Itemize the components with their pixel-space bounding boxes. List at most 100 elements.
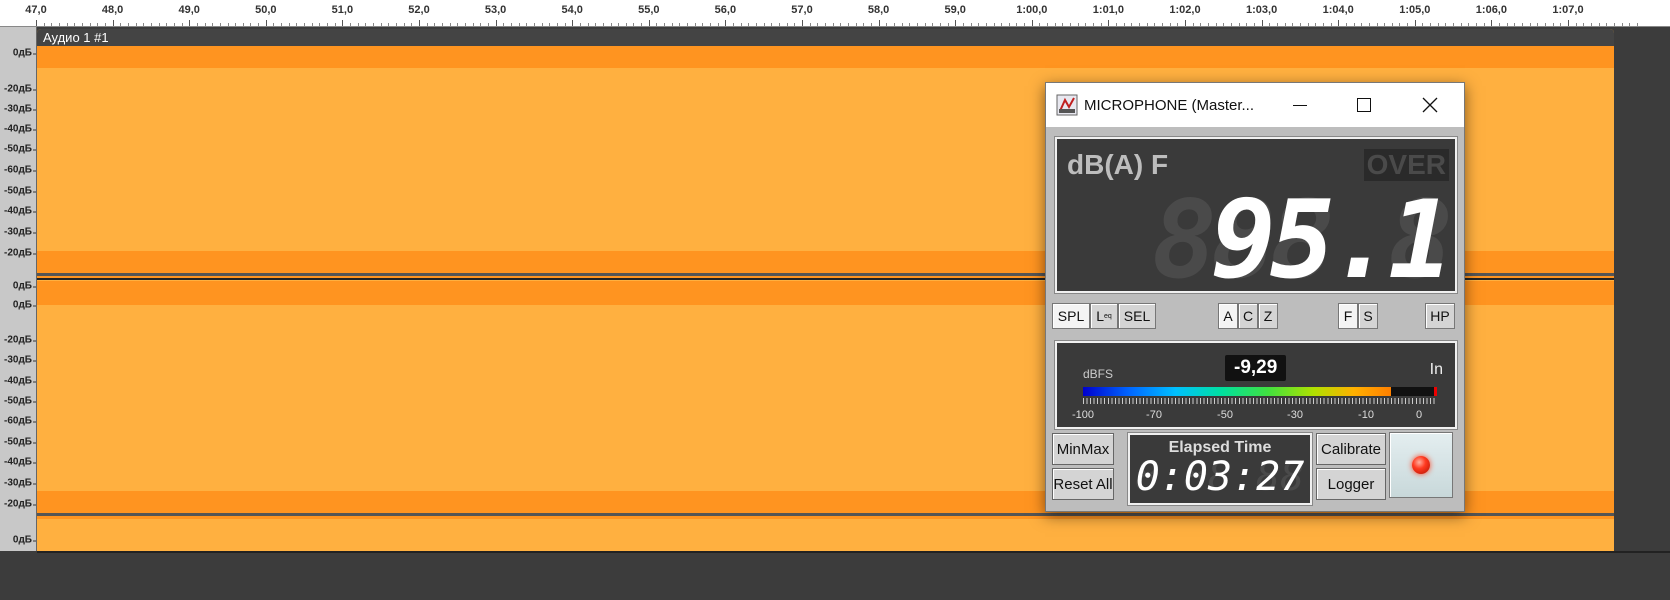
ruler-minor-tick (1039, 23, 1041, 26)
ruler-minor-tick (832, 23, 834, 26)
slow-button[interactable]: S (1358, 303, 1378, 329)
ruler-minor-tick (932, 23, 934, 26)
ruler-minor-tick (426, 23, 428, 26)
level-meter-fill (1083, 387, 1391, 396)
ruler-minor-tick (1215, 23, 1217, 26)
db-scale-label: -20дБ (4, 83, 36, 95)
ruler-minor-tick (733, 23, 735, 26)
ruler-minor-tick (901, 23, 903, 26)
ruler-tick-mark (36, 20, 37, 26)
ruler-tick-mark (189, 20, 191, 26)
ruler-minor-tick (1468, 23, 1470, 26)
weighting-c-button[interactable]: C (1238, 303, 1258, 329)
ruler-minor-tick (250, 23, 252, 26)
ruler-minor-tick (656, 23, 658, 26)
window-titlebar[interactable]: MICROPHONE (Master... (1046, 83, 1464, 127)
ruler-tick-mark (955, 20, 957, 26)
db-scale-label: -50дБ (4, 143, 36, 155)
ruler-minor-tick (771, 23, 773, 26)
minimize-button[interactable] (1268, 83, 1332, 127)
weighting-a-button[interactable]: A (1218, 303, 1238, 329)
over-indicator: OVER (1363, 149, 1449, 181)
app-icon (1056, 94, 1078, 116)
ruler-minor-tick (1169, 23, 1171, 26)
ruler-minor-tick (1116, 23, 1118, 26)
elapsed-time-value: 0:03:27 (1135, 454, 1305, 500)
ruler-tick-mark (1108, 20, 1110, 26)
ruler-minor-tick (1552, 23, 1554, 26)
fast-button[interactable]: F (1338, 303, 1358, 329)
ruler-tick-label: 47,0 (25, 4, 47, 16)
ruler-minor-tick (1054, 23, 1056, 26)
ruler-minor-tick (610, 23, 612, 26)
ruler-minor-tick (403, 23, 405, 26)
ruler-tick-label: 51,0 (331, 4, 354, 16)
ruler-tick-mark (1261, 20, 1263, 26)
ruler-minor-tick (1177, 23, 1179, 26)
ruler-minor-tick (1146, 23, 1148, 26)
ruler-minor-tick (441, 23, 443, 26)
ruler-minor-tick (51, 23, 53, 26)
ruler-minor-tick (1131, 23, 1133, 26)
ruler-tick-label: 1:00,0 (1016, 4, 1048, 16)
ruler-minor-tick (687, 23, 689, 26)
ruler-minor-tick (1330, 23, 1332, 26)
weighting-z-button[interactable]: Z (1258, 303, 1278, 329)
sel-button[interactable]: SEL (1118, 303, 1156, 329)
track-title[interactable]: Аудио 1 #1 (37, 29, 1614, 46)
dbfs-level-display: dBFS -9,29 In -100 -70 -50 -30 -10 0 (1054, 340, 1458, 430)
ruler-minor-tick (817, 23, 819, 26)
level-meter-ticks (1083, 398, 1437, 404)
maximize-button[interactable] (1332, 83, 1396, 127)
ruler-minor-tick (1545, 23, 1547, 26)
close-button[interactable] (1398, 83, 1462, 127)
db-scale-label: -30дБ (4, 226, 36, 238)
hp-button[interactable]: HP (1425, 303, 1455, 329)
ruler-minor-tick (1200, 23, 1202, 26)
ruler-minor-tick (388, 23, 390, 26)
ruler-minor-tick (296, 23, 298, 26)
ruler-minor-tick (1529, 23, 1531, 26)
ruler-minor-tick (1399, 23, 1401, 26)
ruler-minor-tick (1598, 23, 1600, 26)
spl-button[interactable]: SPL (1052, 303, 1090, 329)
ruler-minor-tick (1476, 23, 1478, 26)
ruler-minor-tick (1123, 23, 1125, 26)
ruler-minor-tick (533, 23, 535, 26)
timeline-ruler[interactable]: 47,0 48,0 49,0 50,0 51,0 52,0 53,0 54,0 55,0 56,0… (0, 0, 1670, 27)
ruler-minor-tick (717, 23, 719, 26)
ruler-tick-mark (572, 20, 574, 26)
ruler-minor-tick (909, 23, 911, 26)
calibrate-button[interactable]: Calibrate (1316, 433, 1386, 465)
record-button[interactable] (1389, 432, 1453, 498)
ruler-minor-tick (311, 23, 313, 26)
reset-all-button[interactable]: Reset All (1052, 468, 1114, 500)
ruler-tick-mark (802, 20, 803, 26)
ruler-minor-tick (1093, 23, 1095, 26)
ruler-minor-tick (334, 23, 336, 26)
db-scale-label: -30дБ (4, 103, 36, 115)
ruler-tick-mark (419, 20, 420, 26)
ruler-tick-mark (1031, 20, 1033, 26)
waveform-center-line (37, 513, 1614, 516)
ruler-tick-label: 58,0 (867, 4, 890, 16)
logger-button[interactable]: Logger (1316, 468, 1386, 500)
minmax-button[interactable]: MinMax (1052, 433, 1114, 465)
ruler-minor-tick (1085, 23, 1087, 26)
sound-level-meter-window[interactable]: MICROPHONE (Master... dB(A) F OVER 888.8… (1045, 82, 1465, 512)
ruler-tick-label: 53,0 (484, 4, 507, 16)
ruler-minor-tick (357, 23, 359, 26)
ruler-minor-tick (1391, 23, 1393, 26)
level-meter-bar (1083, 387, 1437, 396)
ruler-minor-tick (281, 23, 283, 26)
ruler-minor-tick (258, 23, 260, 26)
leq-label: L (1096, 308, 1104, 324)
close-icon (1422, 97, 1438, 113)
ruler-minor-tick (779, 23, 781, 26)
leq-button[interactable]: Leq (1090, 303, 1118, 329)
ruler-minor-tick (985, 23, 987, 26)
ruler-minor-tick (786, 23, 788, 26)
ruler-tick-mark (878, 20, 880, 26)
ruler-minor-tick (89, 23, 91, 26)
ruler-minor-tick (380, 23, 382, 26)
